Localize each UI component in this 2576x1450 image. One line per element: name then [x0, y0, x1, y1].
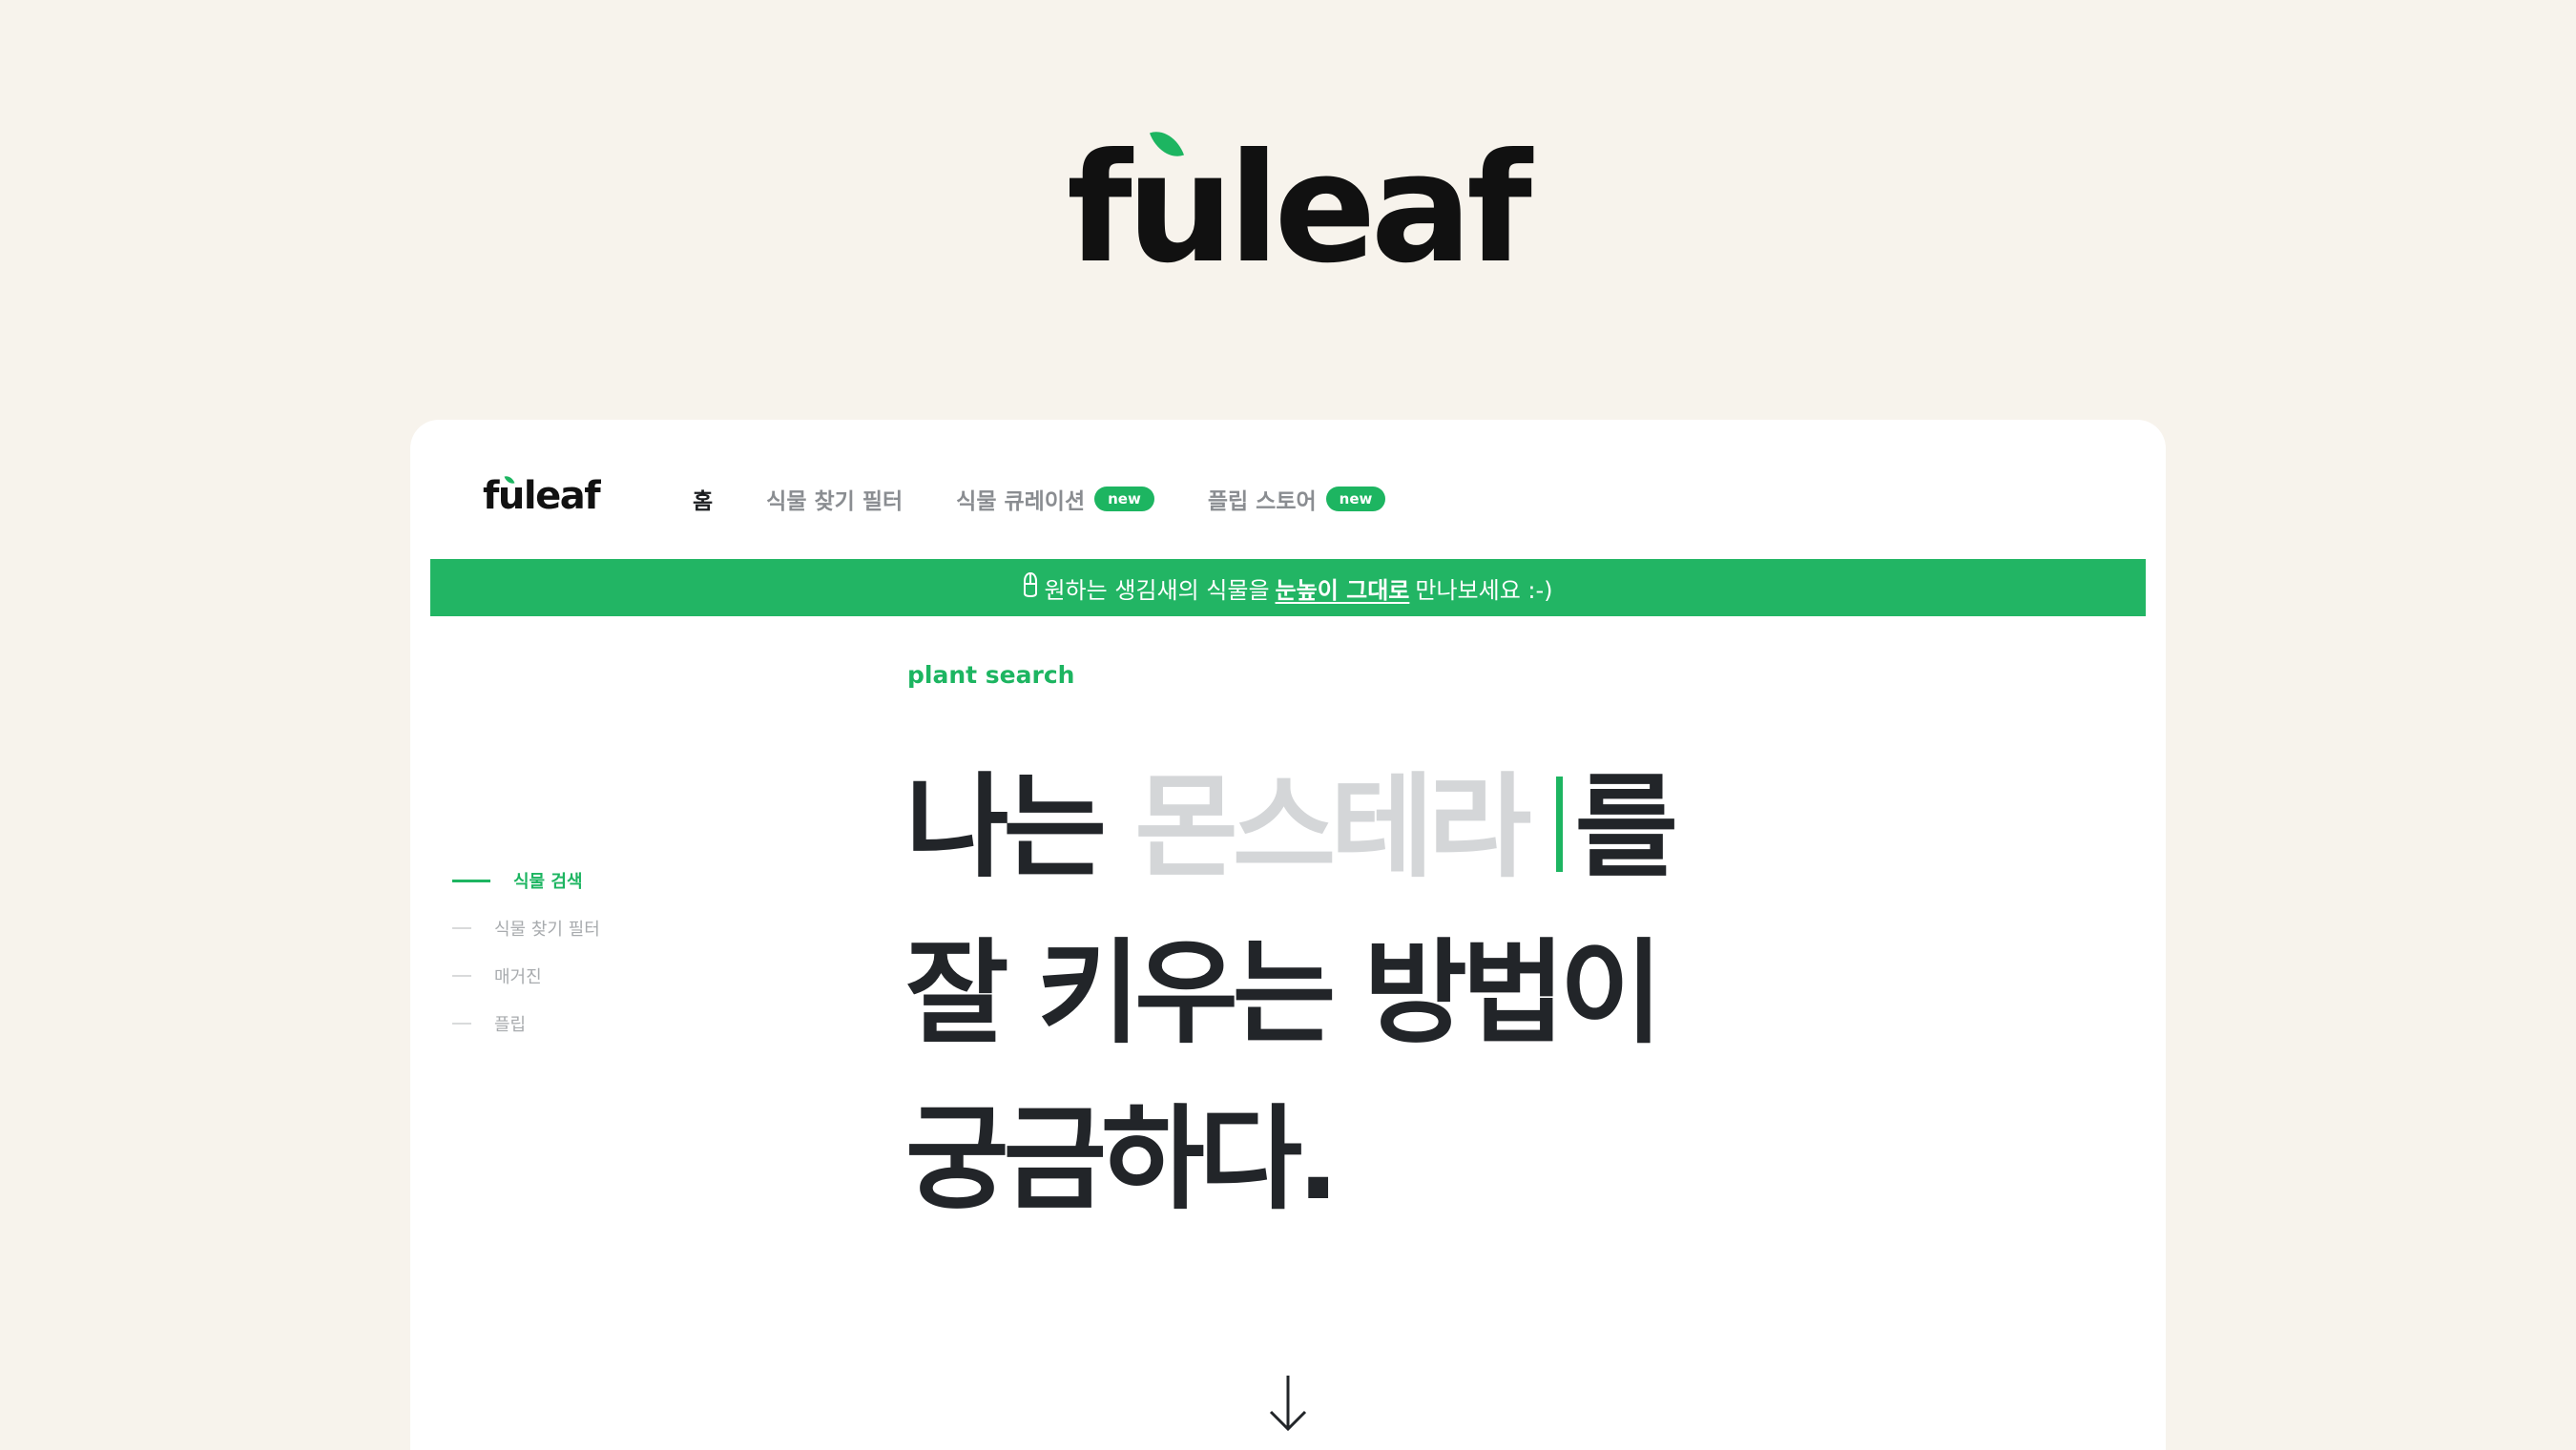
brand-logo-text: fuleaf — [1067, 121, 1532, 297]
promo-banner[interactable]: 원하는 생김새의 식물을 눈높이 그대로 만나보세요 :-) — [430, 559, 2146, 616]
nav-logo-text: fuleaf — [483, 474, 601, 518]
side-indicator — [452, 879, 490, 882]
side-item-label: 매거진 — [494, 967, 542, 987]
banner-text-before: 원하는 생김새의 식물을 — [1044, 576, 1270, 604]
hero-line-2: 잘 키우는 방법이 — [905, 927, 1663, 1059]
nav-item-store[interactable]: 플립 스토어 new — [1208, 483, 1386, 515]
nav-item-filter[interactable]: 식물 찾기 필터 — [766, 483, 903, 515]
top-nav: fuleaf 홈 식물 찾기 필터 식물 큐레이션 new 플립 스토어 new — [410, 420, 2166, 558]
hero-prefix: 나는 — [905, 761, 1107, 893]
side-item-magazine[interactable]: 매거진 — [452, 963, 600, 988]
new-badge: new — [1094, 486, 1154, 512]
nav-menu: 홈 식물 찾기 필터 식물 큐레이션 new 플립 스토어 new — [693, 483, 1386, 515]
hero-line-1: 나는 몬스테라 를 — [905, 744, 1678, 910]
side-nav: 식물 검색 식물 찾기 필터 매거진 플립 — [452, 868, 600, 1036]
nav-item-label: 홈 — [693, 489, 714, 514]
side-item-label: 플립 — [494, 1015, 527, 1035]
browser-card: fuleaf 홈 식물 찾기 필터 식물 큐레이션 new 플립 스토어 new — [410, 420, 2166, 1450]
side-item-flip[interactable]: 플립 — [452, 1011, 600, 1036]
scroll-down-arrow-icon[interactable] — [1267, 1374, 1309, 1433]
side-item-label: 식물 검색 — [513, 872, 583, 892]
side-item-plant-search[interactable]: 식물 검색 — [452, 868, 600, 893]
nav-item-home[interactable]: 홈 — [693, 483, 713, 515]
side-indicator — [452, 975, 471, 977]
nav-logo[interactable]: fuleaf — [483, 473, 601, 518]
typing-cursor — [1556, 777, 1564, 872]
brand-logo: fuleaf — [1067, 124, 1532, 300]
side-item-filter[interactable]: 식물 찾기 필터 — [452, 916, 600, 941]
nav-item-label: 식물 큐레이션 — [956, 489, 1086, 514]
hero-suffix: 를 — [1574, 761, 1678, 893]
banner-link[interactable]: 눈높이 그대로 — [1276, 571, 1410, 605]
side-indicator — [452, 927, 471, 929]
nav-item-label: 플립 스토어 — [1207, 489, 1317, 514]
side-indicator — [452, 1023, 471, 1025]
banner-text-after: 만나보세요 :-) — [1415, 576, 1553, 604]
hero-heading: 나는 몬스테라 를 잘 키우는 방법이 궁금하다. — [905, 744, 1678, 1242]
nav-item-label: 식물 찾기 필터 — [766, 489, 904, 514]
nav-item-curation[interactable]: 식물 큐레이션 new — [956, 483, 1154, 515]
new-badge: new — [1325, 486, 1386, 512]
hero-typing-word: 몬스테라 — [1134, 761, 1531, 893]
side-item-label: 식물 찾기 필터 — [494, 920, 600, 940]
pin-icon — [1023, 571, 1038, 603]
section-eyebrow: plant search — [907, 661, 1075, 689]
hero-line-3: 궁금하다. — [905, 1093, 1340, 1225]
